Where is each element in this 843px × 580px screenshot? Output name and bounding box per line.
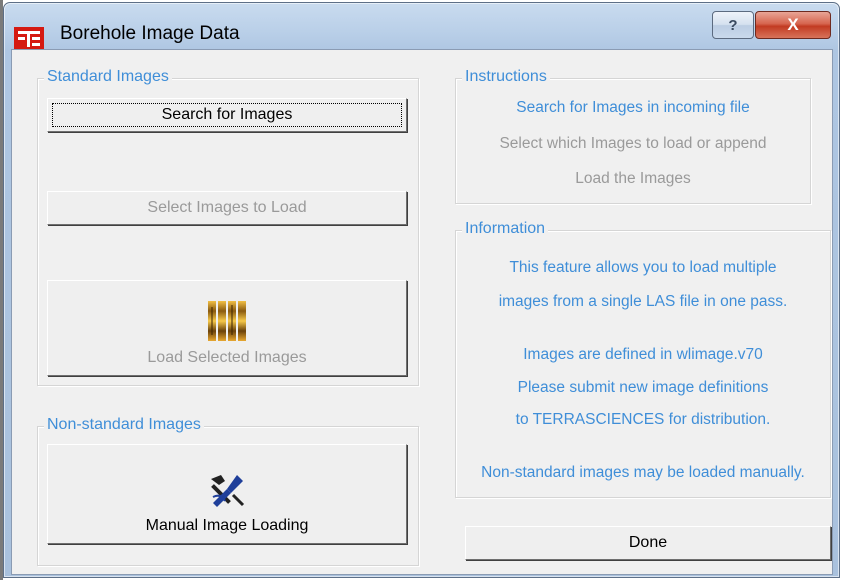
done-label: Done <box>628 534 668 551</box>
terrasciences-logo-icon <box>14 27 44 49</box>
close-icon: X <box>787 15 799 34</box>
done-button[interactable]: Done <box>465 526 831 560</box>
information-line-6: Non-standard images may be loaded manual… <box>481 464 805 481</box>
instructions-group: Instructions Search for Images in incomi… <box>455 68 811 204</box>
information-group: Information This feature allows you to l… <box>455 220 831 498</box>
load-selected-images-label: Load Selected Images <box>147 349 307 366</box>
search-for-images-button[interactable]: Search for Images <box>47 98 407 132</box>
help-icon: ? <box>728 16 738 34</box>
dialog-client-area: Standard Images Search for Images Select… <box>11 49 833 575</box>
select-images-label: Select Images to Load <box>147 199 307 216</box>
tools-wrench-icon <box>211 475 245 507</box>
information-line-1: This feature allows you to load multiple <box>509 259 777 276</box>
manual-image-loading-label: Manual Image Loading <box>145 517 309 534</box>
information-legend: Information <box>462 220 549 238</box>
instruction-step-3: Load the Images <box>575 170 691 187</box>
non-standard-images-legend: Non-standard Images <box>44 416 204 434</box>
help-button[interactable]: ? <box>712 11 754 39</box>
instruction-step-1: Search for Images in incoming file <box>516 99 750 116</box>
search-for-images-label: Search for Images <box>161 106 293 123</box>
window-title: Borehole Image Data <box>60 23 240 44</box>
information-line-3: Images are defined in wlimage.v70 <box>523 346 763 363</box>
load-selected-images-button[interactable]: Load Selected Images <box>47 280 407 376</box>
dialog-window: Borehole Image Data ? X Standard Images … <box>3 2 840 578</box>
standard-images-legend: Standard Images <box>44 68 172 86</box>
instruction-step-2: Select which Images to load or append <box>499 135 767 152</box>
information-line-4: Please submit new image definitions <box>517 379 769 396</box>
close-button[interactable]: X <box>755 11 831 39</box>
information-line-2: images from a single LAS file in one pas… <box>498 293 788 310</box>
information-line-5: to TERRASCIENCES for distribution. <box>515 411 771 428</box>
image-strips-icon <box>208 301 246 341</box>
manual-image-loading-button[interactable]: Manual Image Loading <box>47 444 407 544</box>
title-bar[interactable]: Borehole Image Data ? X <box>4 3 839 49</box>
select-images-to-load-button[interactable]: Select Images to Load <box>47 191 407 225</box>
instructions-legend: Instructions <box>462 68 550 86</box>
